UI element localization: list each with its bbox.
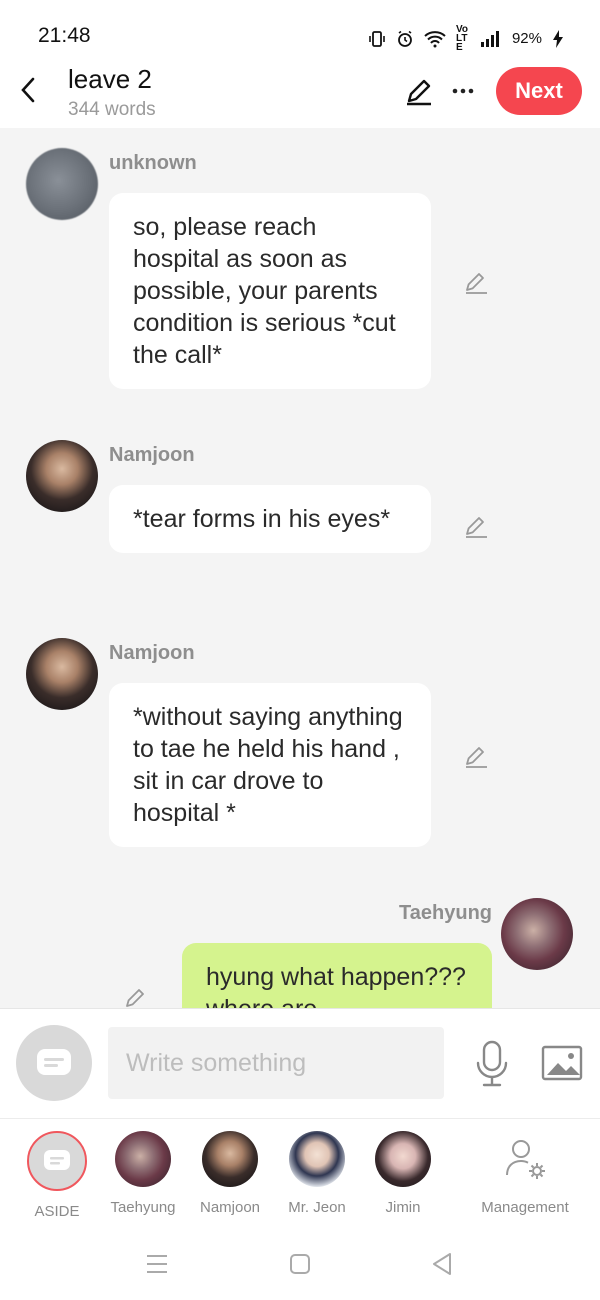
message-bubble[interactable]: *tear forms in his eyes* [109,485,431,553]
message-input[interactable] [108,1027,444,1099]
character-label: ASIDE [34,1203,80,1220]
sender-name: Taehyung [399,902,492,924]
character-mr-jeon[interactable]: Mr. Jeon [267,1131,367,1216]
management-button[interactable]: Management [475,1131,575,1216]
alarm-icon [398,30,412,47]
battery-text: 92% [511,30,542,47]
avatar [202,1131,258,1187]
character-namjoon[interactable]: Namjoon [180,1131,280,1216]
recents-button[interactable] [143,1250,171,1278]
signal-icon [480,30,499,47]
edit-message-button[interactable] [462,512,492,542]
sender-name: Namjoon [109,642,195,664]
network-label: Vo LTE [455,24,469,53]
back-button[interactable] [14,72,42,108]
avatar [289,1131,345,1187]
wifi-icon [424,30,446,47]
system-nav-bar [0,1226,600,1300]
avatar[interactable] [26,440,98,512]
back-nav-button[interactable] [428,1250,456,1278]
character-label: Namjoon [199,1199,261,1216]
vibrate-icon [369,30,385,47]
home-button[interactable] [286,1250,314,1278]
edit-message-button[interactable] [122,984,152,1008]
edit-message-button[interactable] [462,742,492,772]
word-count: 344 words [68,99,156,120]
status-icons: Vo LTE 92% [368,24,564,53]
character-label: Taehyung [110,1199,176,1216]
avatar [375,1131,431,1187]
edit-title-button[interactable] [402,74,436,108]
home-icon [290,1254,310,1274]
back-arrow-icon [21,77,35,103]
menu-icon [147,1255,167,1273]
avatar [115,1131,171,1187]
image-icon [541,1045,583,1081]
aside-toggle-button[interactable] [16,1025,92,1101]
avatar[interactable] [26,638,98,710]
manage-user-icon [506,1140,545,1179]
pencil-icon [466,273,487,294]
character-jimin[interactable]: Jimin [353,1131,453,1216]
sender-name: unknown [109,152,197,174]
avatar[interactable] [501,898,573,970]
header: leave 2 344 words Next [0,56,600,128]
more-icon [452,88,474,94]
image-button[interactable] [540,1043,584,1083]
avatar[interactable] [26,148,98,220]
aside-avatar [27,1131,87,1191]
more-button[interactable] [448,74,478,108]
aside-icon [37,1049,71,1075]
pencil-icon [126,989,144,1007]
character-label: Management [481,1199,569,1216]
edit-message-button[interactable] [462,268,492,298]
story-title: leave 2 [68,64,152,94]
chat-area[interactable]: unknown so, please reach hospital as soo… [0,128,600,1008]
character-label: Jimin [385,1199,421,1216]
mic-icon [476,1040,508,1087]
charging-icon [553,29,563,48]
status-bar: 21:48 Vo LTE 92% [0,0,600,56]
input-bar [0,1008,600,1118]
next-button[interactable]: Next [496,67,582,115]
character-label: Mr. Jeon [288,1199,346,1216]
manage-avatar [497,1131,553,1187]
sender-name: Namjoon [109,444,195,466]
mic-button[interactable] [474,1039,510,1089]
message-bubble[interactable]: *without saying anything to tae he held … [109,683,431,847]
pencil-icon [466,747,487,768]
aside-icon [44,1150,70,1170]
back-triangle-icon [433,1253,451,1275]
character-taehyung[interactable]: Taehyung [93,1131,193,1216]
message-bubble[interactable]: hyung what happen??? where are [182,943,492,1008]
status-time: 21:48 [38,24,91,47]
message-bubble[interactable]: so, please reach hospital as soon as pos… [109,193,431,389]
pencil-icon [466,517,487,538]
character-bar: ASIDE Taehyung Namjoon Mr. Jeon Jimin Ma… [0,1118,600,1226]
character-aside[interactable]: ASIDE [7,1131,107,1220]
pencil-icon [407,79,431,106]
